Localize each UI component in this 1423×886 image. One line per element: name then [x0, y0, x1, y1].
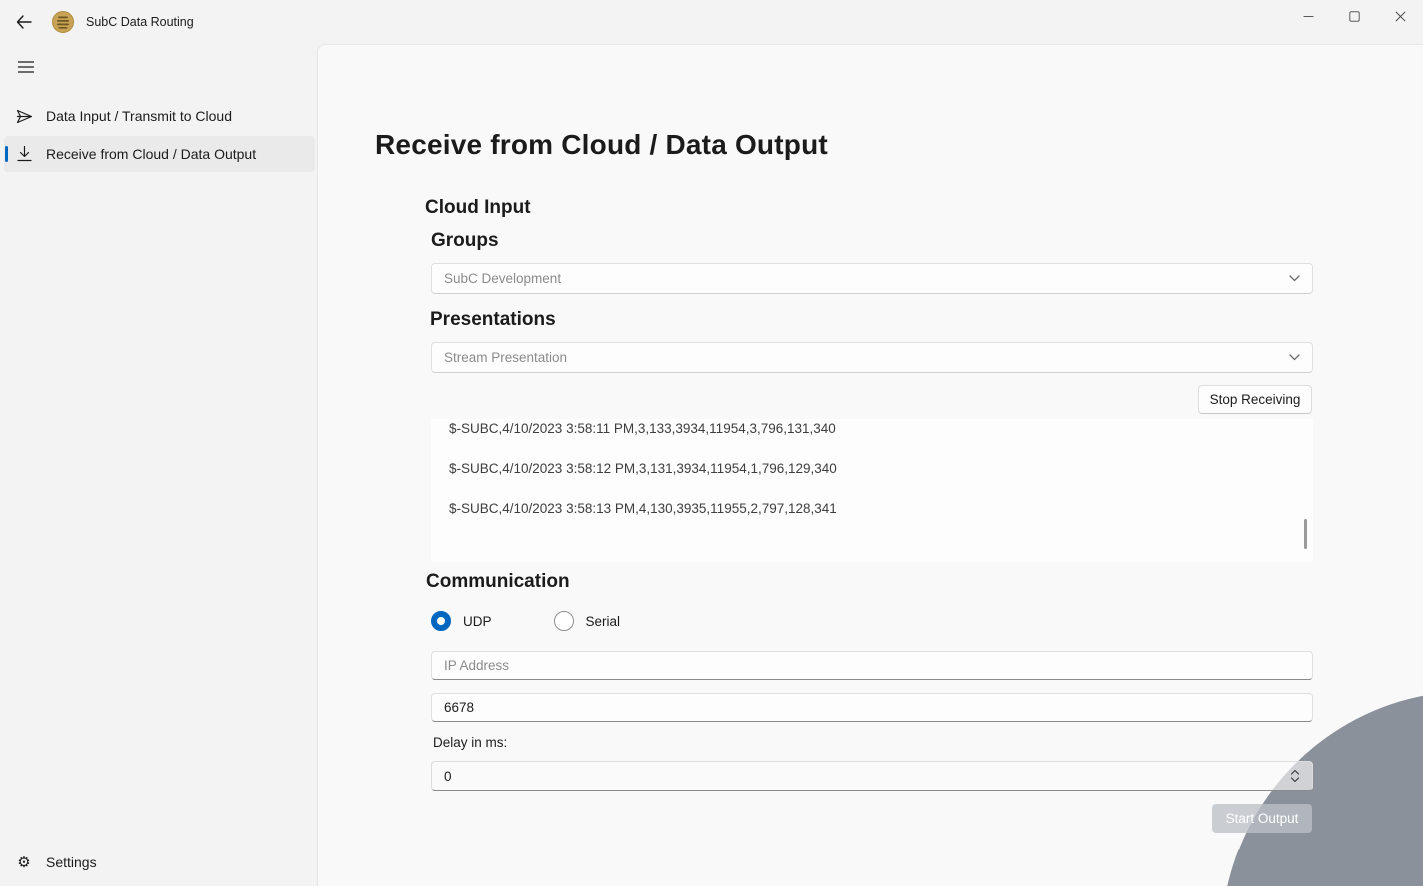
log-line: $-SUBC,4/10/2023 3:58:13 PM,4,130,3935,1…: [431, 488, 1313, 528]
log-line: $-SUBC,4/10/2023 3:58:11 PM,3,133,3934,1…: [431, 419, 1313, 448]
app-title: SubC Data Routing: [86, 15, 194, 29]
presentations-dropdown[interactable]: Stream Presentation: [431, 342, 1313, 373]
minimize-icon: [1303, 11, 1314, 22]
maximize-button[interactable]: [1331, 0, 1377, 32]
app-logo-icon: [52, 11, 74, 33]
port-input[interactable]: [431, 693, 1313, 722]
delay-numberbox[interactable]: [431, 761, 1313, 791]
cloud-input-heading: Cloud Input: [425, 197, 531, 219]
content-panel: Receive from Cloud / Data Output Cloud I…: [317, 44, 1423, 886]
gear-icon: ⚙: [4, 853, 44, 871]
data-log-list[interactable]: $-SUBC,4/10/2023 3:58:11 PM,3,133,3934,1…: [431, 419, 1313, 562]
communication-heading: Communication: [426, 571, 570, 593]
download-icon: [4, 146, 44, 162]
chevron-down-icon: [1289, 275, 1300, 282]
send-icon: [4, 109, 44, 124]
maximize-icon: [1349, 11, 1360, 22]
radio-serial-label: Serial: [586, 614, 621, 629]
protocol-radio-group: UDP Serial: [431, 611, 682, 631]
radio-selected-icon: [431, 611, 451, 631]
back-arrow-icon: [16, 15, 32, 29]
delay-value-input[interactable]: [444, 769, 1284, 784]
presentations-dropdown-value: Stream Presentation: [444, 350, 1289, 365]
nav-item-label: Settings: [46, 854, 97, 870]
nav-item-label: Receive from Cloud / Data Output: [46, 146, 256, 162]
delay-label: Delay in ms:: [433, 735, 507, 750]
selection-indicator: [5, 146, 8, 162]
page-title: Receive from Cloud / Data Output: [375, 129, 828, 161]
back-button[interactable]: [8, 6, 40, 38]
hamburger-icon: [18, 61, 34, 73]
stop-receiving-button[interactable]: Stop Receiving: [1198, 385, 1312, 414]
nav-item-data-output[interactable]: Receive from Cloud / Data Output: [4, 136, 315, 172]
nav-item-data-input[interactable]: Data Input / Transmit to Cloud: [4, 98, 315, 134]
minimize-button[interactable]: [1285, 0, 1331, 32]
close-icon: [1395, 11, 1406, 22]
nav-menu-button[interactable]: [6, 50, 46, 84]
ip-address-input[interactable]: [431, 651, 1313, 680]
log-scrollbar[interactable]: [1304, 519, 1307, 549]
radio-serial[interactable]: Serial: [554, 611, 621, 631]
log-line: $-SUBC,4/10/2023 3:58:12 PM,3,131,3934,1…: [431, 448, 1313, 488]
window-controls: [1285, 0, 1423, 32]
close-button[interactable]: [1377, 0, 1423, 32]
radio-udp-label: UDP: [463, 614, 492, 629]
spinner-updown-icon[interactable]: [1284, 764, 1306, 788]
nav-item-label: Data Input / Transmit to Cloud: [46, 108, 232, 124]
presentations-heading: Presentations: [430, 309, 556, 331]
titlebar: SubC Data Routing: [0, 0, 1423, 44]
groups-dropdown-value: SubC Development: [444, 271, 1289, 286]
start-output-button[interactable]: Start Output: [1212, 804, 1312, 833]
radio-udp[interactable]: UDP: [431, 611, 492, 631]
groups-heading: Groups: [431, 230, 499, 252]
nav-item-settings[interactable]: ⚙ Settings: [4, 844, 315, 880]
groups-dropdown[interactable]: SubC Development: [431, 263, 1313, 294]
radio-unselected-icon: [554, 611, 574, 631]
chevron-down-icon: [1289, 354, 1300, 361]
navigation-sidebar: Data Input / Transmit to Cloud Receive f…: [0, 44, 317, 886]
log-scroller: $-SUBC,4/10/2023 3:58:11 PM,3,133,3934,1…: [431, 419, 1313, 528]
